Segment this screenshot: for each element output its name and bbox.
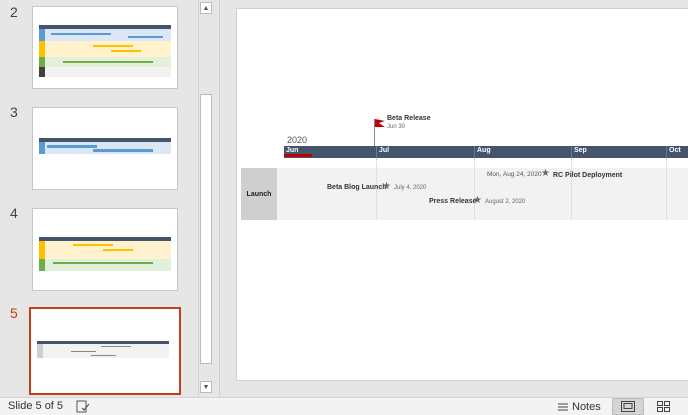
milestone-label-press-release: Press Release	[429, 198, 477, 205]
year-label: 2020	[287, 135, 308, 145]
slide-count: Slide 5 of 5	[8, 400, 64, 412]
slide-number-2: 2	[10, 4, 18, 20]
normal-view-icon	[621, 401, 635, 412]
milestone-date-press-release: August 2, 2020	[485, 199, 526, 205]
star-icon: ★	[382, 181, 391, 192]
slide-sorter-icon	[656, 401, 670, 412]
swimlane-header: Launch	[241, 168, 277, 220]
scroll-up-icon[interactable]: ▲	[200, 2, 212, 14]
slide-3-preview	[39, 138, 171, 154]
notes-icon	[558, 403, 568, 410]
milestone-date-beta-blog: July 4, 2020	[394, 185, 427, 191]
star-icon: ★	[541, 168, 550, 179]
slide-thumbnail-3[interactable]	[32, 107, 178, 190]
slide-number-5: 5	[10, 305, 18, 321]
today-marker	[284, 154, 312, 157]
milestone-label-beta-blog: Beta Blog Launch	[327, 184, 387, 191]
slide-5-preview	[37, 341, 169, 358]
slide-thumbnail-5[interactable]	[29, 307, 181, 395]
milestone-date-rc-pilot: Mon, Aug 24, 2020	[487, 171, 542, 178]
month-label-aug: Aug	[477, 147, 491, 154]
month-label-oct: Oct	[669, 147, 681, 154]
slide-thumbnail-2[interactable]	[32, 6, 178, 89]
star-icon: ★	[473, 195, 482, 206]
slide-thumbnail-pane: 2 3 4 5	[0, 0, 197, 397]
accessibility-check-icon[interactable]	[76, 400, 90, 413]
slide-editor: Beta Release Jun 30 2020 Jun Jul Aug Sep…	[219, 0, 688, 397]
flag-icon	[375, 119, 385, 127]
slide-sorter-button[interactable]	[650, 398, 676, 415]
slide-number-3: 3	[10, 104, 18, 120]
flag-milestone-date: Jun 30	[387, 124, 406, 130]
flag-milestone-title: Beta Release	[387, 115, 431, 122]
status-bar: Slide 5 of 5 Notes	[0, 397, 688, 415]
month-label-jun: Jun	[286, 147, 299, 154]
timeline-bar: Jun Jul Aug Sep Oct	[284, 146, 688, 158]
current-slide[interactable]: Beta Release Jun 30 2020 Jun Jul Aug Sep…	[236, 8, 688, 381]
slide-number-4: 4	[10, 205, 18, 221]
slide-4-preview	[39, 237, 171, 271]
month-label-sep: Sep	[574, 147, 587, 154]
milestone-label-rc-pilot: RC Pilot Deployment	[553, 172, 623, 179]
swimlane-label: Launch	[246, 190, 272, 198]
normal-view-button[interactable]	[612, 398, 644, 415]
slide-2-preview	[33, 7, 177, 88]
thumbnail-scrollbar[interactable]: ▲ ▼	[198, 0, 213, 397]
slide-thumbnail-4[interactable]	[32, 208, 178, 291]
month-label-jul: Jul	[379, 147, 390, 154]
scroll-down-icon[interactable]: ▼	[200, 381, 212, 393]
scrollbar-thumb[interactable]	[200, 94, 212, 364]
notes-label: Notes	[572, 401, 601, 413]
notes-button[interactable]: Notes	[552, 399, 607, 415]
